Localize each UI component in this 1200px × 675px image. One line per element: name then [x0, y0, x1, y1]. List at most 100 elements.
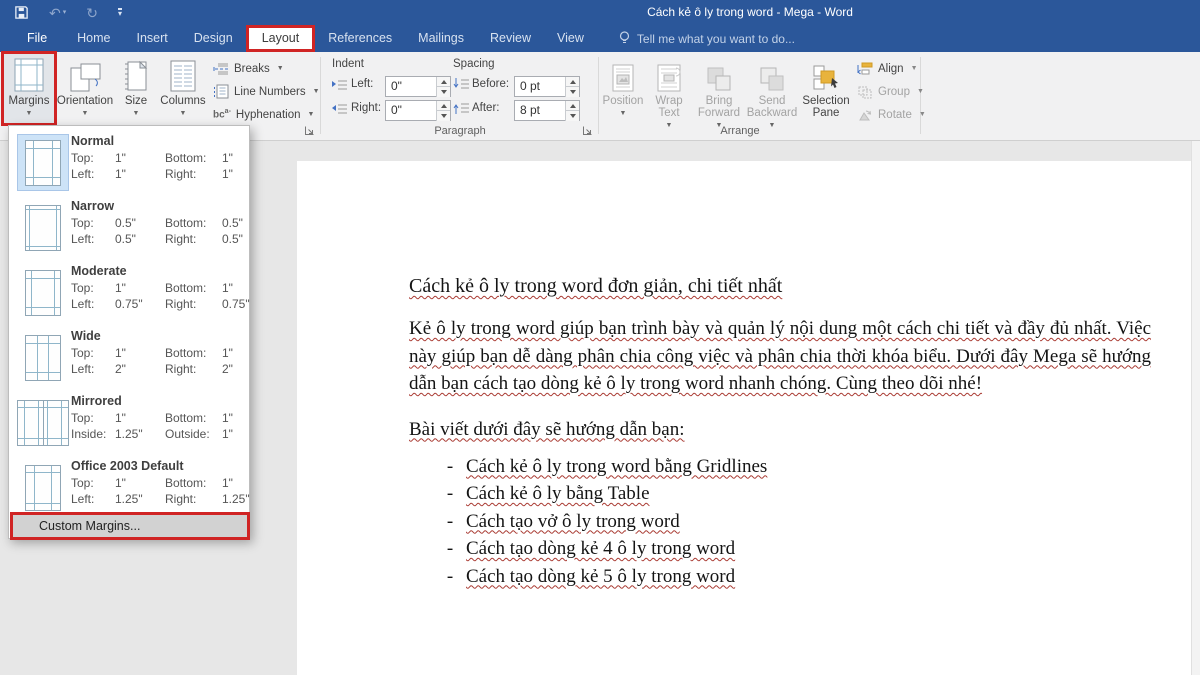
tell-me-label: Tell me what you want to do... [637, 32, 795, 46]
hyphenation-button[interactable]: bca- Hyphenation ▼ [213, 105, 314, 124]
chevron-down-icon: ▼ [917, 88, 924, 95]
document-page[interactable]: Cách kẻ ô ly trong word đơn giản, chi ti… [297, 161, 1192, 675]
spin-up-button[interactable] [436, 77, 450, 86]
position-icon [612, 54, 634, 92]
tab-view[interactable]: View [544, 25, 597, 52]
title-bar: ↶▾ ↻ ▾ Cách kẻ ô ly trong word - Mega - … [0, 0, 1200, 25]
list-item: -Cách tạo dòng kẻ 5 ô ly trong word [409, 563, 1151, 591]
chevron-down-icon: ▼ [620, 110, 627, 117]
ribbon-tab-row: File Home Insert Design Layout Reference… [0, 25, 1200, 52]
spin-down-button[interactable] [565, 86, 579, 97]
indent-left-input[interactable]: 0" [385, 76, 451, 97]
custom-margins-menu-item[interactable]: Custom Margins... [10, 512, 250, 540]
doc-paragraph: Kẻ ô ly trong word giúp bạn trình bày và… [409, 315, 1151, 398]
customize-quick-access-icon[interactable]: ▾ [118, 3, 122, 23]
wrap-text-label: Wrap Text [646, 95, 692, 119]
columns-label: Columns [160, 95, 205, 107]
bullet-marker: - [443, 563, 457, 591]
margins-preset-mirrored[interactable]: Mirrored Top:1"Bottom:1" Inside:1.25"Out… [9, 391, 249, 456]
align-label: Align [878, 63, 904, 75]
rotate-button: Rotate ▼ [857, 105, 926, 124]
bullet-marker: - [443, 535, 457, 563]
spacing-before-label: Before: [472, 78, 509, 90]
margins-preset-moderate[interactable]: Moderate Top:1"Bottom:1" Left:0.75"Right… [9, 261, 249, 326]
tab-design[interactable]: Design [181, 25, 246, 52]
spin-up-button[interactable] [436, 101, 450, 110]
send-backward-label: Send Backward [746, 95, 798, 119]
tab-review[interactable]: Review [477, 25, 544, 52]
chevron-down-icon: ▼ [26, 110, 33, 117]
spin-down-button[interactable] [565, 110, 579, 121]
size-icon [124, 54, 148, 92]
margins-preset-office-2003[interactable]: Office 2003 Default Top:1"Bottom:1" Left… [9, 456, 249, 512]
spacing-before-icon [453, 77, 470, 91]
size-label: Size [125, 95, 147, 107]
spin-up-button[interactable] [565, 77, 579, 86]
bullet-marker: - [443, 480, 457, 508]
spin-up-button[interactable] [565, 101, 579, 110]
indent-right-input[interactable]: 0" [385, 100, 451, 121]
group-divider [320, 57, 321, 134]
selection-pane-label: Selection Pane [800, 95, 852, 119]
tab-home[interactable]: Home [64, 25, 123, 52]
margins-preset-wide[interactable]: Wide Top:1"Bottom:1" Left:2"Right:2" [9, 326, 249, 391]
page-setup-dialog-launcher[interactable] [304, 125, 316, 137]
columns-icon [170, 54, 196, 92]
line-numbers-button[interactable]: Line Numbers ▼ [213, 82, 320, 101]
margins-preset-normal[interactable]: Normal Top:1"Bottom:1" Left:1"Right:1" [9, 131, 249, 196]
tab-layout[interactable]: Layout [246, 25, 316, 52]
doc-bullet-list: -Cách kẻ ô ly trong word bằng Gridlines … [409, 453, 1151, 591]
doc-heading: Cách kẻ ô ly trong word đơn giản, chi ti… [409, 273, 1151, 299]
chevron-down-icon: ▼ [307, 111, 314, 118]
tab-file[interactable]: File [10, 25, 64, 52]
bullet-marker: - [443, 508, 457, 536]
send-backward-icon [759, 54, 785, 92]
indent-left-icon [331, 79, 348, 91]
tab-references[interactable]: References [315, 25, 405, 52]
indent-right-value: 0" [391, 101, 402, 120]
chevron-down-icon: ▼ [82, 110, 89, 117]
rotate-label: Rotate [878, 109, 912, 121]
list-item: -Cách tạo dòng kẻ 4 ô ly trong word [409, 535, 1151, 563]
bullet-marker: - [443, 453, 457, 481]
paragraph-dialog-launcher[interactable] [582, 125, 594, 137]
selection-pane-button[interactable]: Selection Pane [800, 54, 852, 138]
position-label: Position [603, 95, 644, 107]
rotate-icon [857, 108, 873, 122]
breaks-button[interactable]: Breaks ▼ [213, 59, 284, 78]
line-numbers-icon [213, 84, 229, 99]
position-button: Position ▼ [601, 54, 645, 138]
chevron-down-icon: ▼ [919, 111, 926, 118]
margins-preset-narrow[interactable]: Narrow Top:0.5"Bottom:0.5" Left:0.5"Righ… [9, 196, 249, 261]
spacing-after-input[interactable]: 8 pt [514, 100, 580, 121]
indent-right-icon [331, 103, 348, 115]
vertical-scrollbar[interactable] [1191, 141, 1200, 675]
redo-icon[interactable]: ↻ [86, 3, 98, 23]
undo-icon[interactable]: ↶▾ [49, 3, 66, 23]
breaks-icon [213, 62, 229, 76]
spacing-before-input[interactable]: 0 pt [514, 76, 580, 97]
chevron-down-icon: ▼ [911, 65, 918, 72]
tell-me-box[interactable]: Tell me what you want to do... [619, 25, 795, 52]
arrange-group-label: Arrange [690, 125, 790, 137]
wrap-text-icon [657, 54, 681, 92]
orientation-label: Orientation [57, 95, 113, 107]
group-divider [598, 57, 599, 134]
margins-preset-office-2003-icon [17, 459, 69, 516]
chevron-down-icon: ▼ [180, 110, 187, 117]
chevron-down-icon: ▼ [277, 65, 284, 72]
spin-down-button[interactable] [436, 86, 450, 97]
align-button[interactable]: Align ▼ [857, 59, 918, 78]
group-label: Group [878, 86, 910, 98]
breaks-label: Breaks [234, 63, 270, 75]
indent-right-label: Right: [351, 102, 381, 114]
spacing-after-icon [453, 101, 470, 115]
margins-icon [14, 54, 44, 92]
spacing-after-value: 8 pt [520, 101, 540, 120]
margins-preset-wide-icon [17, 329, 69, 386]
spin-down-button[interactable] [436, 110, 450, 121]
bring-forward-icon [706, 54, 732, 92]
tab-insert[interactable]: Insert [124, 25, 181, 52]
save-icon[interactable] [14, 3, 29, 23]
tab-mailings[interactable]: Mailings [405, 25, 477, 52]
